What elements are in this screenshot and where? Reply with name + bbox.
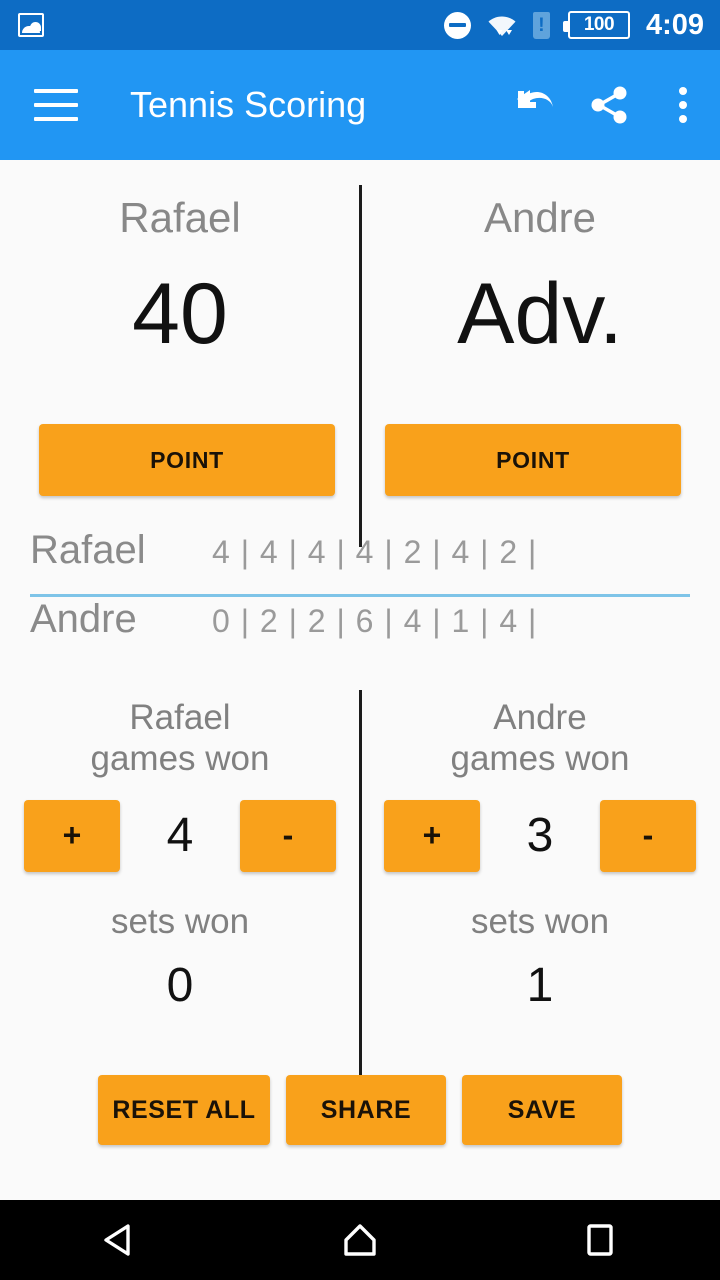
games-won-count-2: 3: [526, 808, 554, 862]
status-bar: 100 4:09: [0, 0, 720, 50]
battery-level: 100: [583, 14, 615, 35]
sets-won-count-1: 0: [166, 958, 194, 1012]
save-button[interactable]: SAVE: [462, 1075, 622, 1145]
games-stepper-1: + 4 -: [0, 799, 360, 872]
player-name: Andre: [483, 194, 597, 241]
history-player-name: Rafael: [30, 528, 146, 572]
do-not-disturb-icon: [443, 11, 471, 39]
sets-won-label-2: sets won: [470, 901, 610, 941]
history-set-scores: 0 | 2 | 2 | 6 | 4 | 1 | 4 |: [212, 603, 538, 639]
sim-card-alert-icon: [532, 11, 550, 39]
status-bar-right: 100 4:09: [443, 8, 720, 41]
sets-won-label-1: sets won: [110, 901, 250, 941]
games-decrement-button-2[interactable]: -: [600, 799, 696, 872]
app-root: 100 4:09 Tennis Scoring: [0, 0, 720, 1280]
games-stepper-2: + 3 -: [360, 799, 720, 872]
action-button-bar: RESET ALL SHARE SAVE: [0, 1075, 720, 1145]
games-increment-button-2[interactable]: +: [384, 799, 480, 872]
hamburger-menu-icon[interactable]: [34, 89, 78, 121]
games-column-1: Rafael games won + 4 - sets won 0: [0, 690, 360, 1010]
recents-icon[interactable]: [540, 1200, 660, 1280]
games-decrement-button-1[interactable]: -: [240, 799, 336, 872]
games-column-2: Andre games won + 3 - sets won 1: [360, 690, 720, 1010]
player-name: Rafael: [119, 194, 241, 241]
point-button-player-2[interactable]: POINT: [385, 424, 681, 496]
share-button[interactable]: SHARE: [286, 1075, 446, 1145]
battery-icon: 100: [562, 11, 630, 39]
table-row: Andre 0 | 2 | 2 | 6 | 4 | 1 | 4 |: [0, 597, 720, 663]
player-point-score: 40: [132, 266, 228, 363]
history-set-scores: 4 | 4 | 4 | 4 | 2 | 4 | 2 |: [212, 534, 538, 570]
games-won-label: Andre games won: [450, 698, 630, 778]
sets-won-count-2: 1: [526, 958, 554, 1012]
history-player-name: Andre: [30, 597, 137, 641]
games-won-label: Rafael games won: [90, 698, 270, 778]
point-button-player-1[interactable]: POINT: [39, 424, 335, 496]
table-row: Rafael 4 | 4 | 4 | 4 | 2 | 4 | 2 |: [0, 528, 720, 594]
page-title: Tennis Scoring: [130, 84, 367, 125]
image-icon: [18, 13, 44, 37]
games-increment-button-1[interactable]: +: [24, 799, 120, 872]
main-content: Rafael 40 Andre Adv. POINT POINT Rafael …: [0, 160, 720, 1200]
set-history-table: Rafael 4 | 4 | 4 | 4 | 2 | 4 | 2 | Andre…: [0, 528, 720, 663]
overflow-menu-icon[interactable]: [646, 68, 720, 142]
games-and-sets-section: Rafael games won + 4 - sets won 0 Andre ga…: [0, 690, 720, 1010]
back-icon[interactable]: [60, 1200, 180, 1280]
status-bar-left: [0, 13, 44, 37]
status-clock: 4:09: [645, 8, 704, 41]
system-navigation-bar: [0, 1200, 720, 1280]
toolbar-actions: [498, 68, 720, 142]
home-icon[interactable]: [300, 1200, 420, 1280]
app-toolbar: Tennis Scoring: [0, 50, 720, 160]
undo-icon[interactable]: [498, 68, 572, 142]
share-icon[interactable]: [572, 68, 646, 142]
wifi-icon: [487, 13, 517, 37]
player-point-score: Adv.: [457, 266, 623, 363]
reset-all-button[interactable]: RESET ALL: [98, 1075, 270, 1145]
games-won-count-1: 4: [166, 808, 194, 862]
